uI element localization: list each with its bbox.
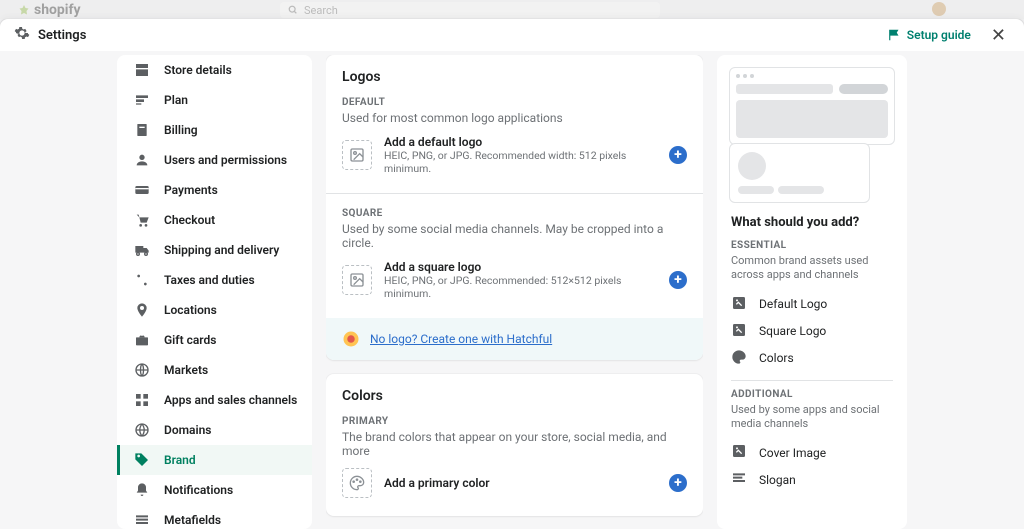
logos-card: Logos DEFAULT Used for most common logo … <box>326 55 703 360</box>
sidebar-item-apps[interactable]: Apps and sales channels <box>117 385 312 415</box>
sidebar-item-users[interactable]: Users and permissions <box>117 145 312 175</box>
sidebar-item-domains[interactable]: Domains <box>117 415 312 445</box>
asset-cover-image: Cover Image <box>731 439 893 466</box>
setup-guide-link[interactable]: Setup guide <box>888 28 971 42</box>
sidebar-item-metafields[interactable]: Metafields <box>117 505 312 529</box>
add-primary-color-label: Add a primary color <box>384 476 657 490</box>
close-icon[interactable]: ✕ <box>987 23 1010 48</box>
colors-card: Colors PRIMARY The brand colors that app… <box>326 374 703 516</box>
asset-colors: Colors <box>731 345 893 372</box>
square-desc: Used by some social media channels. May … <box>342 222 687 250</box>
primary-desc: The brand colors that appear on your sto… <box>342 430 687 458</box>
essential-desc: Common brand assets used across apps and… <box>731 254 893 283</box>
sidebar-item-payments[interactable]: Payments <box>117 175 312 205</box>
sidebar-item-notifications[interactable]: Notifications <box>117 475 312 505</box>
settings-sidebar: Store details Plan Billing Users and per… <box>117 55 312 529</box>
hatchful-link[interactable]: No logo? Create one with Hatchful <box>370 332 552 346</box>
sidebar-item-locations[interactable]: Locations <box>117 295 312 325</box>
add-square-logo-button[interactable]: + <box>669 271 687 289</box>
square-subhead: SQUARE <box>342 208 687 219</box>
default-subhead: DEFAULT <box>342 97 687 108</box>
hatchful-icon <box>342 330 360 348</box>
hatchful-banner: No logo? Create one with Hatchful <box>326 318 703 360</box>
sidebar-item-gift-cards[interactable]: Gift cards <box>117 325 312 355</box>
image-placeholder-icon[interactable] <box>342 265 372 295</box>
settings-overlay: Settings Setup guide ✕ Store details Pla… <box>0 19 1024 529</box>
asset-default-logo: Default Logo <box>731 291 893 318</box>
logos-title: Logos <box>342 69 687 85</box>
sidebar-item-store-details[interactable]: Store details <box>117 55 312 85</box>
sidebar-item-markets[interactable]: Markets <box>117 355 312 385</box>
sidebar-item-shipping[interactable]: Shipping and delivery <box>117 235 312 265</box>
asset-slogan: Slogan <box>731 466 893 493</box>
right-title: What should you add? <box>731 215 893 230</box>
asset-square-logo: Square Logo <box>731 318 893 345</box>
sidebar-item-taxes[interactable]: Taxes and duties <box>117 265 312 295</box>
default-desc: Used for most common logo applications <box>342 111 687 125</box>
add-square-logo-label: Add a square logo <box>384 260 657 274</box>
add-default-logo-button[interactable]: + <box>669 146 687 164</box>
colors-title: Colors <box>342 388 687 404</box>
image-placeholder-icon[interactable] <box>342 140 372 170</box>
sidebar-item-plan[interactable]: Plan <box>117 85 312 115</box>
sidebar-item-checkout[interactable]: Checkout <box>117 205 312 235</box>
add-square-logo-sub: HEIC, PNG, or JPG. Recommended: 512×512 … <box>384 274 657 300</box>
essential-head: ESSENTIAL <box>731 240 893 251</box>
add-default-logo-sub: HEIC, PNG, or JPG. Recommended width: 51… <box>384 149 657 175</box>
sidebar-item-billing[interactable]: Billing <box>117 115 312 145</box>
brand-preview <box>717 55 907 209</box>
additional-head: ADDITIONAL <box>731 389 893 400</box>
main-content: Logos DEFAULT Used for most common logo … <box>326 55 703 529</box>
gear-icon <box>14 25 30 45</box>
right-panel: What should you add? ESSENTIAL Common br… <box>717 55 907 529</box>
additional-desc: Used by some apps and social media chann… <box>731 403 893 432</box>
palette-icon[interactable] <box>342 468 372 498</box>
sidebar-item-brand[interactable]: Brand <box>117 445 312 475</box>
primary-subhead: PRIMARY <box>342 416 687 427</box>
add-primary-color-button[interactable]: + <box>669 474 687 492</box>
add-default-logo-label: Add a default logo <box>384 135 657 149</box>
overlay-title: Settings <box>38 28 86 43</box>
background-topbar <box>0 0 1024 19</box>
